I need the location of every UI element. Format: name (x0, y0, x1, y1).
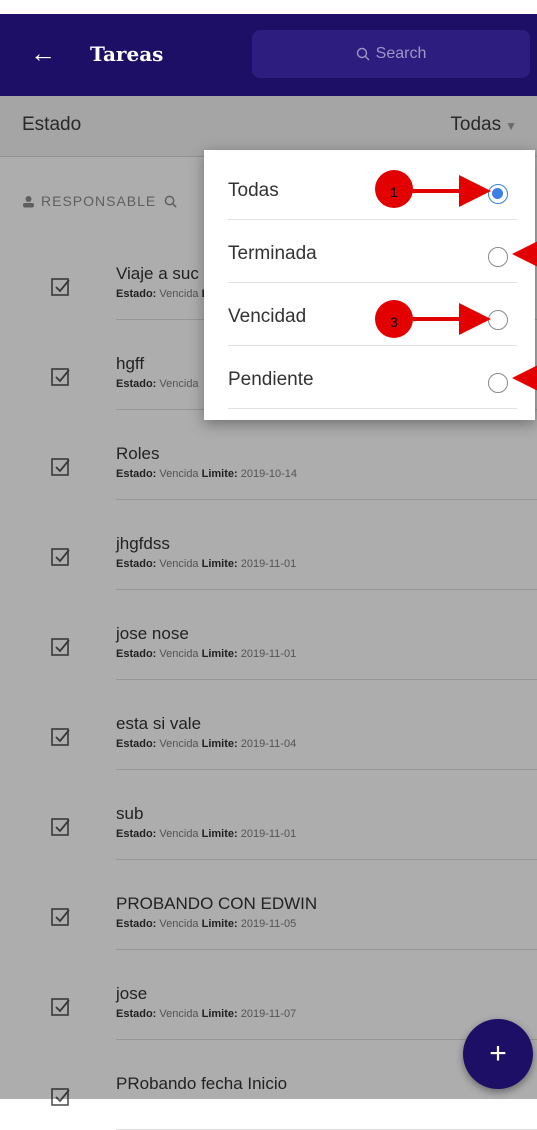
radio-button[interactable] (488, 373, 508, 393)
add-task-button[interactable]: + (463, 1019, 533, 1089)
menu-option-todas[interactable]: Todas (204, 158, 535, 220)
app-bar: ← Tareas Search (0, 14, 537, 96)
menu-option-label: Terminada (228, 243, 317, 264)
menu-option-label: Todas (228, 180, 279, 201)
search-icon (356, 47, 370, 61)
radio-button[interactable] (488, 247, 508, 267)
annotation-marker-3: 3 (375, 300, 413, 338)
back-arrow-icon[interactable]: ← (30, 40, 56, 66)
estado-dropdown-menu: Todas Terminada Vencidad Pendiente (204, 150, 535, 420)
top-strip (0, 0, 537, 14)
menu-option-terminada[interactable]: Terminada (204, 221, 535, 283)
annotation-marker-1: 1 (375, 170, 413, 208)
menu-separator (228, 219, 517, 220)
menu-separator (228, 282, 517, 283)
menu-option-label: Vencidad (228, 306, 307, 327)
search-input[interactable]: Search (252, 30, 530, 78)
menu-separator (228, 345, 517, 346)
page-title: Tareas (90, 42, 164, 66)
menu-option-pendiente[interactable]: Pendiente (204, 347, 535, 409)
radio-button[interactable] (488, 310, 508, 330)
radio-button[interactable] (488, 184, 508, 204)
menu-separator (228, 408, 517, 409)
menu-option-vencidad[interactable]: Vencidad (204, 284, 535, 346)
menu-option-label: Pendiente (228, 369, 314, 390)
search-placeholder: Search (375, 45, 427, 62)
